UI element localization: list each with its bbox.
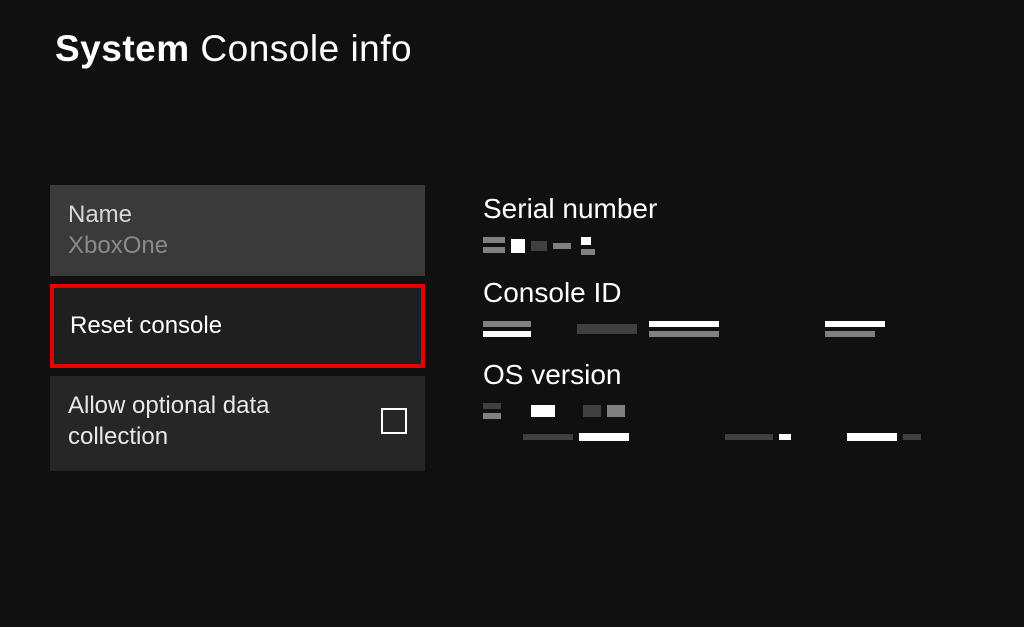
page-header: System Console info: [0, 0, 1024, 70]
serial-number-label: Serial number: [483, 193, 921, 225]
page-category: System: [55, 28, 190, 69]
serial-number-block: Serial number: [483, 193, 921, 255]
console-id-label: Console ID: [483, 277, 921, 309]
checkbox-icon: [381, 408, 407, 434]
serial-number-value-redacted: [483, 237, 921, 255]
os-version-block: OS version: [483, 359, 921, 441]
content-area: Name XboxOne Reset console Allow optiona…: [0, 70, 1024, 471]
os-version-value-redacted: [483, 403, 921, 441]
settings-list: Name XboxOne Reset console Allow optiona…: [50, 185, 425, 471]
name-label: Name: [68, 199, 407, 230]
os-version-label: OS version: [483, 359, 921, 391]
reset-console-button[interactable]: Reset console: [50, 284, 425, 368]
console-id-block: Console ID: [483, 277, 921, 337]
info-panel: Serial number Console ID: [425, 185, 921, 471]
page-name: Console info: [200, 28, 412, 69]
data-collection-toggle[interactable]: Allow optional data collection: [50, 376, 425, 470]
name-value: XboxOne: [68, 232, 407, 260]
console-name-button[interactable]: Name XboxOne: [50, 185, 425, 276]
console-id-value-redacted: [483, 321, 921, 337]
reset-label: Reset console: [70, 312, 405, 340]
data-collection-label: Allow optional data collection: [68, 390, 338, 452]
page-title: System Console info: [55, 28, 1024, 70]
